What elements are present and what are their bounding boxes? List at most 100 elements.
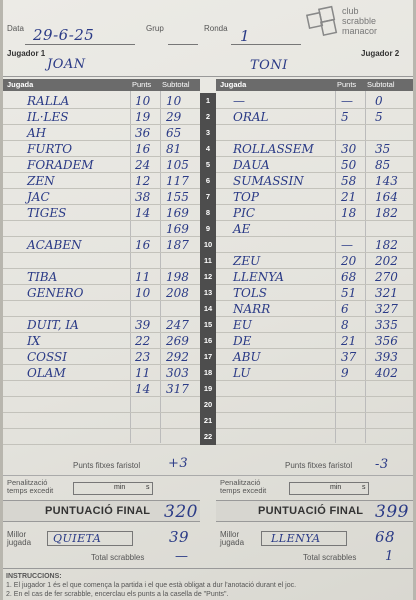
row-number: 9 [200,221,216,237]
p2-points: 9 [341,366,349,380]
p2-points: 8 [341,318,349,332]
p2-word: SUMASSIN [233,174,304,188]
p2-word: EU [233,318,252,332]
date-value: 29-6-25 [33,26,95,44]
p1-word: TIBA [27,270,58,284]
p1-play-header: Jugada [7,80,34,89]
row-number: 6 [200,173,216,189]
p1-word: RALLA [27,94,70,108]
p1-points: 24 [135,158,151,172]
row-number: 7 [200,189,216,205]
p2-points: 21 [341,334,357,348]
p1-word: FORADEM [27,158,94,172]
score-row: 14 NARR 6 327 [3,301,413,317]
row-number: 8 [200,205,216,221]
p1-row-line [3,253,200,269]
p1-subtotal: 187 [166,238,189,252]
group-label: Grup [146,24,164,33]
player2-label: Jugador 2 [361,49,400,58]
row-number: 20 [200,397,216,413]
p1-subtotal: 169 [166,222,189,236]
row-number: 19 [200,381,216,397]
p2-word: TOP [233,190,259,204]
p1-points: 11 [135,270,151,284]
p2-final-label: PUNTUACIÓ FINAL [258,505,364,517]
p1-subtotal: 292 [166,350,189,364]
player2-name: TONI [250,58,288,73]
row-number: 11 [200,253,216,269]
row-number: 1 [200,93,216,109]
p1-points: 16 [135,142,151,156]
p1-penalty-label-2: temps excedit [7,486,54,495]
p2-best-points: 68 [375,528,396,546]
row-number: 16 [200,333,216,349]
p2-word: — [233,94,245,108]
date-label: Data [7,24,24,33]
p1-best-label-2: jugada [7,538,32,547]
p1-points: 14 [135,206,151,220]
p1-word: DUIT, IA [27,318,79,332]
p1-points: 10 [135,286,151,300]
p2-subtotal-header: Subtotal [367,80,395,89]
p1-subtotal: 303 [166,366,189,380]
p1-subtotal-header: Subtotal [162,80,190,89]
p2-row-line [216,397,413,413]
score-row: 3 AH 36 65 [3,125,413,141]
p1-row-line [3,301,200,317]
p2-points: 5 [341,110,349,124]
p2-word: DAUA [233,158,270,172]
round-value: 1 [240,27,251,45]
p1-word: ZEN [27,174,55,188]
p2-word: LLENYA [233,270,284,284]
score-row: 10 ACABEN 16 187 — 182 [3,237,413,253]
player1-label: Jugador 1 [7,49,46,58]
p1-scrabbles-label: Total scrabbles [91,553,145,562]
p1-word: OLAM [27,366,66,380]
p1-scrabbles-value: — [175,549,189,564]
p2-subtotal: 164 [375,190,398,204]
p1-subtotal: 198 [166,270,189,284]
score-row: 4 FURTO 16 81 ROLLASSEM 30 35 [3,141,413,157]
row-number: 10 [200,237,216,253]
p1-word: GENERO [27,286,84,300]
score-row: 16 IX 22 269 DE 21 356 [3,333,413,349]
score-row: 2 IL·LES 19 29 ORAL 5 5 [3,109,413,125]
p1-word: IX [27,334,41,348]
p2-final-score: 399 [375,502,409,522]
score-row: 7 JAC 38 155 TOP 21 164 [3,189,413,205]
logo-line-2: scrabble [342,16,377,26]
p2-row-line [216,429,413,445]
p2-word: ROLLASSEM [233,142,314,156]
score-sheet: Data 29-6-25 Grup Ronda 1 club scrabble … [3,0,413,600]
p2-scrabbles-label: Total scrabbles [303,553,357,562]
p2-points: 20 [341,254,357,268]
p2-fixed-value: -3 [375,457,389,472]
p2-word: DE [233,334,252,348]
score-row: 15 DUIT, IA 39 247 EU 8 335 [3,317,413,333]
p1-subtotal: 29 [166,110,182,124]
p2-word: NARR [233,302,271,316]
p1-points: 10 [135,94,151,108]
p1-points: 11 [135,366,151,380]
p1-subtotal: 65 [166,126,182,140]
p2-subtotal: 335 [375,318,398,332]
p1-word: FURTO [27,142,73,156]
p2-penalty-label-2: temps excedit [220,486,267,495]
row-number: 15 [200,317,216,333]
p1-points: 36 [135,126,151,140]
p1-penalty-box: min s [73,482,153,495]
p2-row-line [216,413,413,429]
player1-name: JOAN [47,57,86,72]
p2-points: 50 [341,158,357,172]
score-row: 18 OLAM 11 303 LU 9 402 [3,365,413,381]
player2-column-header: Jugada Punts Subtotal [216,79,413,91]
player1-column-header: Jugada Punts Subtotal [3,79,200,91]
p1-subtotal: 169 [166,206,189,220]
p2-points: 6 [341,302,349,316]
row-number: 22 [200,429,216,445]
p2-word: PIC [233,206,255,220]
row-number: 13 [200,285,216,301]
row-number: 5 [200,157,216,173]
score-row: 13 GENERO 10 208 TOLS 51 321 [3,285,413,301]
p1-points: 22 [135,334,151,348]
